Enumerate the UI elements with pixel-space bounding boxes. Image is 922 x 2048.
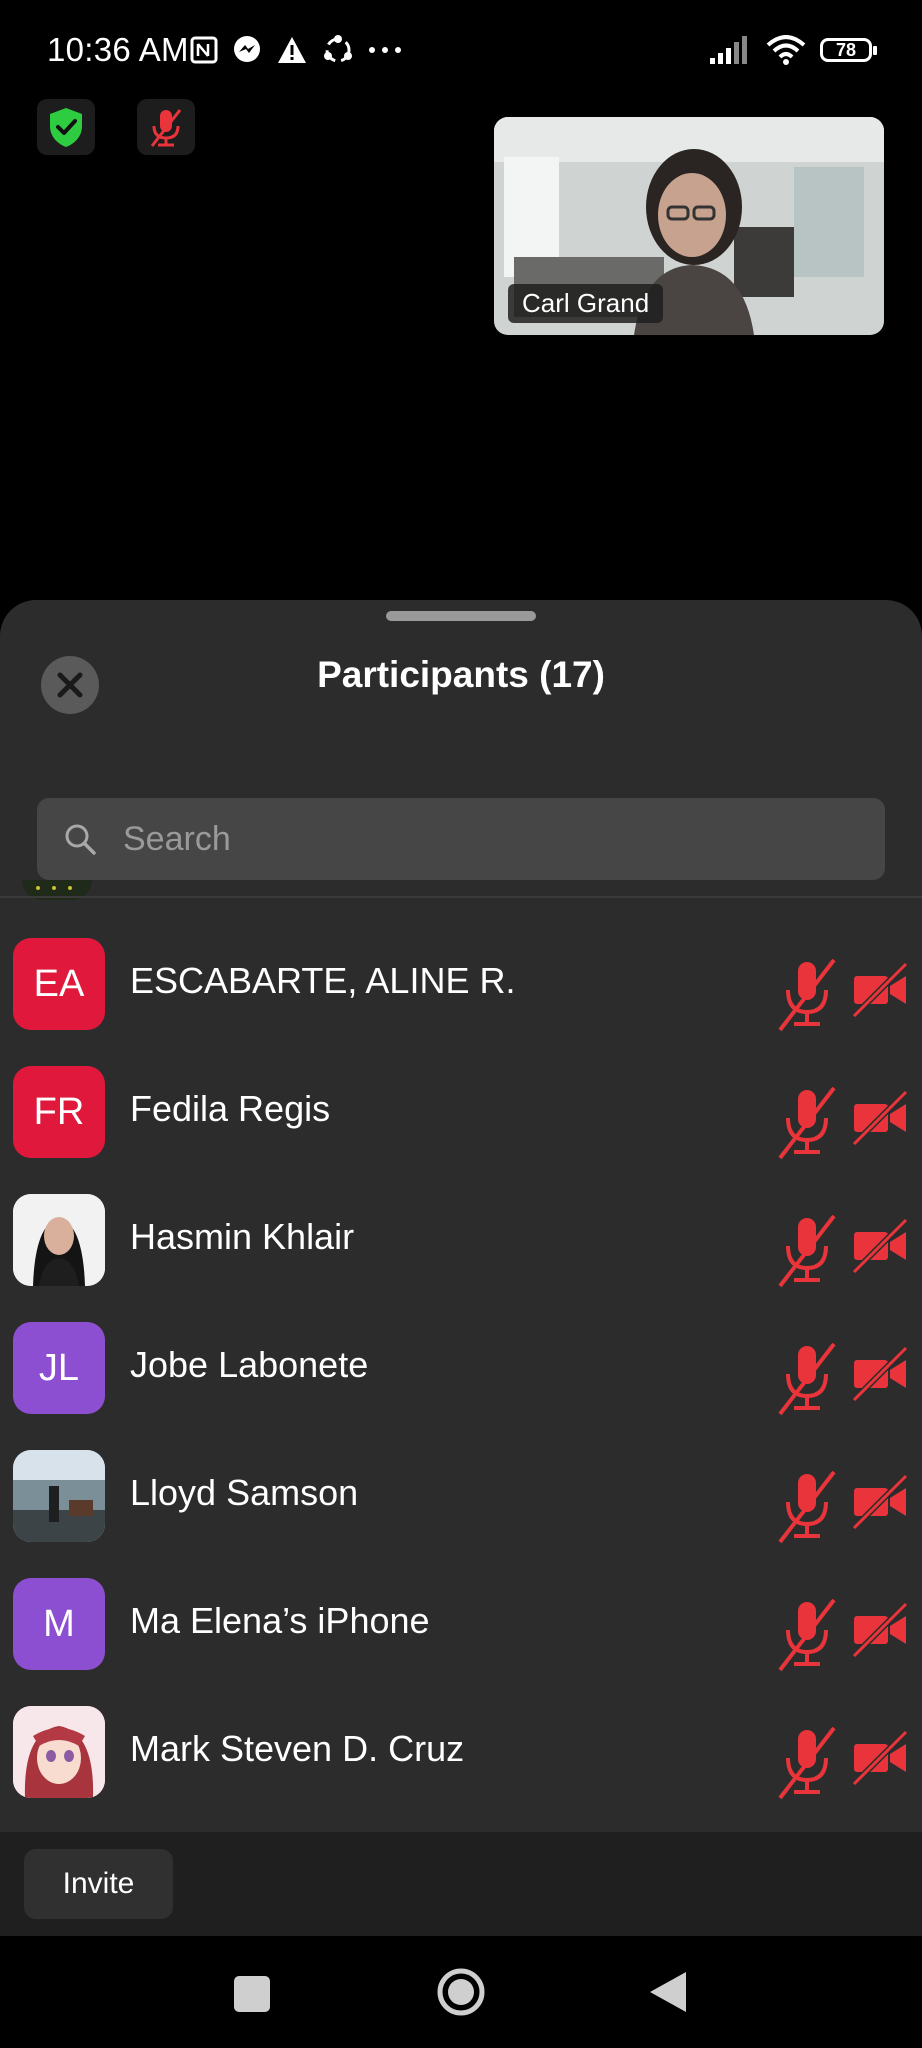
video-name-tag: Carl Grand (508, 284, 664, 323)
participant-name: Mark Steven D. Cruz (130, 1728, 465, 1769)
video-off-icon (851, 1217, 909, 1279)
mic-muted-icon (778, 1596, 836, 1677)
bottom-action-bar: Invite (0, 1832, 922, 1936)
mic-muted-icon (778, 956, 836, 1037)
participant-name: Lloyd Samson (130, 1472, 359, 1513)
video-off-icon (851, 961, 909, 1023)
participant-name: Hasmin Khlair (130, 1216, 355, 1257)
participant-name: Jobe Labonete (130, 1344, 369, 1385)
participants-sheet: Participants (17) EA ESCABARTE, ALINE R. F… (0, 600, 922, 1936)
participant-avatar: EA (13, 938, 105, 1030)
signal-icon (710, 36, 747, 64)
mic-muted-icon (778, 1212, 836, 1293)
participant-row[interactable]: EA ESCABARTE, ALINE R. (0, 938, 922, 1066)
invite-button[interactable]: Invite (24, 1849, 173, 1919)
encryption-shield-icon[interactable] (37, 99, 95, 155)
self-video-tile[interactable]: Carl Grand (494, 117, 884, 335)
participant-row[interactable]: Mark Steven D. Cruz (0, 1706, 922, 1834)
video-off-icon (851, 1089, 909, 1151)
notification-icons (190, 30, 402, 70)
sync-icon (324, 35, 352, 63)
participant-row[interactable]: M Ma Elena’s iPhone (0, 1578, 922, 1706)
battery-icon: 78 (820, 38, 877, 62)
video-off-icon (851, 1473, 909, 1535)
wifi-icon (766, 35, 806, 65)
video-off-icon (851, 1345, 909, 1407)
more-icon (369, 47, 401, 53)
video-off-icon (851, 1729, 909, 1791)
back-button[interactable] (648, 1970, 688, 2014)
sheet-title: Participants (17) (317, 654, 605, 695)
mic-muted-icon (778, 1724, 836, 1805)
warning-icon (278, 37, 306, 63)
mic-muted-icon (778, 1084, 836, 1165)
participant-avatar: FR (13, 1066, 105, 1158)
divider (0, 896, 922, 898)
nfc-icon (190, 36, 218, 64)
system-icons: 78 (710, 30, 877, 70)
mic-muted-indicator-icon[interactable] (137, 99, 195, 155)
participant-avatar (13, 1706, 105, 1798)
status-bar: 10:36 AM 78 (0, 0, 922, 100)
participant-name: Fedila Regis (130, 1088, 331, 1129)
participant-avatar: JL (13, 1322, 105, 1414)
mic-muted-icon (778, 1468, 836, 1549)
participant-row[interactable]: JL Jobe Labonete (0, 1322, 922, 1450)
sheet-drag-handle[interactable] (386, 611, 536, 621)
video-off-icon (851, 1601, 909, 1663)
participant-name: ESCABARTE, ALINE R. (130, 960, 516, 1001)
participant-avatar (13, 1194, 105, 1286)
recents-button[interactable] (234, 1976, 270, 2012)
search-icon (65, 824, 96, 855)
participant-row[interactable]: Lloyd Samson (0, 1450, 922, 1578)
back-icon (650, 1972, 686, 2012)
mic-muted-icon (778, 1340, 836, 1421)
system-nav-bar (0, 1936, 922, 2048)
clock: 10:36 AM (47, 31, 189, 68)
participant-row[interactable]: FR Fedila Regis (0, 1066, 922, 1194)
search-field[interactable] (37, 798, 885, 880)
participant-avatar: M (13, 1578, 105, 1670)
participant-avatar (13, 1450, 105, 1542)
messenger-icon (234, 36, 260, 62)
participant-row[interactable]: Hasmin Khlair (0, 1194, 922, 1322)
participant-name: Ma Elena’s iPhone (130, 1600, 430, 1641)
home-icon (437, 1968, 485, 2016)
search-input[interactable] (121, 818, 825, 860)
home-button[interactable] (436, 1967, 486, 2017)
